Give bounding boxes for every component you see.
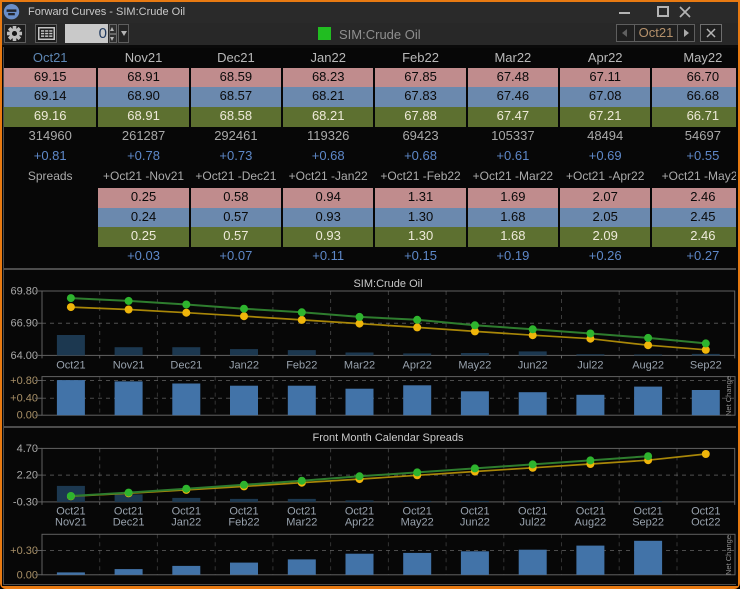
svg-text:66.90: 66.90 xyxy=(10,318,38,330)
svg-text:SIM:Crude Oil: SIM:Crude Oil xyxy=(353,278,422,290)
svg-text:Feb22: Feb22 xyxy=(228,517,259,529)
svg-text:Front Month Calendar Spreads: Front Month Calendar Spreads xyxy=(312,432,464,444)
svg-text:Apr22: Apr22 xyxy=(345,517,374,529)
svg-text:May22: May22 xyxy=(401,517,434,529)
svg-text:+0.80: +0.80 xyxy=(10,375,38,387)
svg-text:Jul22: Jul22 xyxy=(577,360,603,372)
svg-text:Dec21: Dec21 xyxy=(113,517,145,529)
svg-text:Aug22: Aug22 xyxy=(574,517,606,529)
svg-text:Oct22: Oct22 xyxy=(691,517,720,529)
svg-text:Net Change: Net Change xyxy=(724,376,733,416)
svg-text:May22: May22 xyxy=(458,360,491,372)
svg-text:Nov21: Nov21 xyxy=(55,517,87,529)
svg-text:Dec21: Dec21 xyxy=(170,360,202,372)
svg-text:+0.30: +0.30 xyxy=(10,545,38,557)
svg-text:Mar22: Mar22 xyxy=(344,360,375,372)
svg-text:Net Change: Net Change xyxy=(724,535,733,575)
svg-text:Sep22: Sep22 xyxy=(632,517,664,529)
svg-text:Jan22: Jan22 xyxy=(171,517,201,529)
svg-text:Aug22: Aug22 xyxy=(632,360,664,372)
svg-text:64.00: 64.00 xyxy=(10,350,38,362)
svg-text:Mar22: Mar22 xyxy=(286,517,317,529)
svg-text:Jul22: Jul22 xyxy=(520,517,546,529)
svg-text:+0.40: +0.40 xyxy=(10,393,38,405)
svg-text:0.00: 0.00 xyxy=(17,569,38,581)
svg-text:69.80: 69.80 xyxy=(10,286,38,298)
svg-text:Jan22: Jan22 xyxy=(229,360,259,372)
svg-text:Feb22: Feb22 xyxy=(286,360,317,372)
svg-text:2.20: 2.20 xyxy=(17,470,38,482)
svg-text:Jun22: Jun22 xyxy=(460,517,490,529)
svg-text:Jun22: Jun22 xyxy=(518,360,548,372)
svg-text:Oct21: Oct21 xyxy=(56,360,85,372)
svg-text:-0.30: -0.30 xyxy=(13,496,38,508)
svg-text:4.70: 4.70 xyxy=(17,443,38,455)
svg-text:Apr22: Apr22 xyxy=(403,360,432,372)
svg-text:Sep22: Sep22 xyxy=(690,360,722,372)
svg-text:Nov21: Nov21 xyxy=(113,360,145,372)
svg-text:0.00: 0.00 xyxy=(17,410,38,422)
